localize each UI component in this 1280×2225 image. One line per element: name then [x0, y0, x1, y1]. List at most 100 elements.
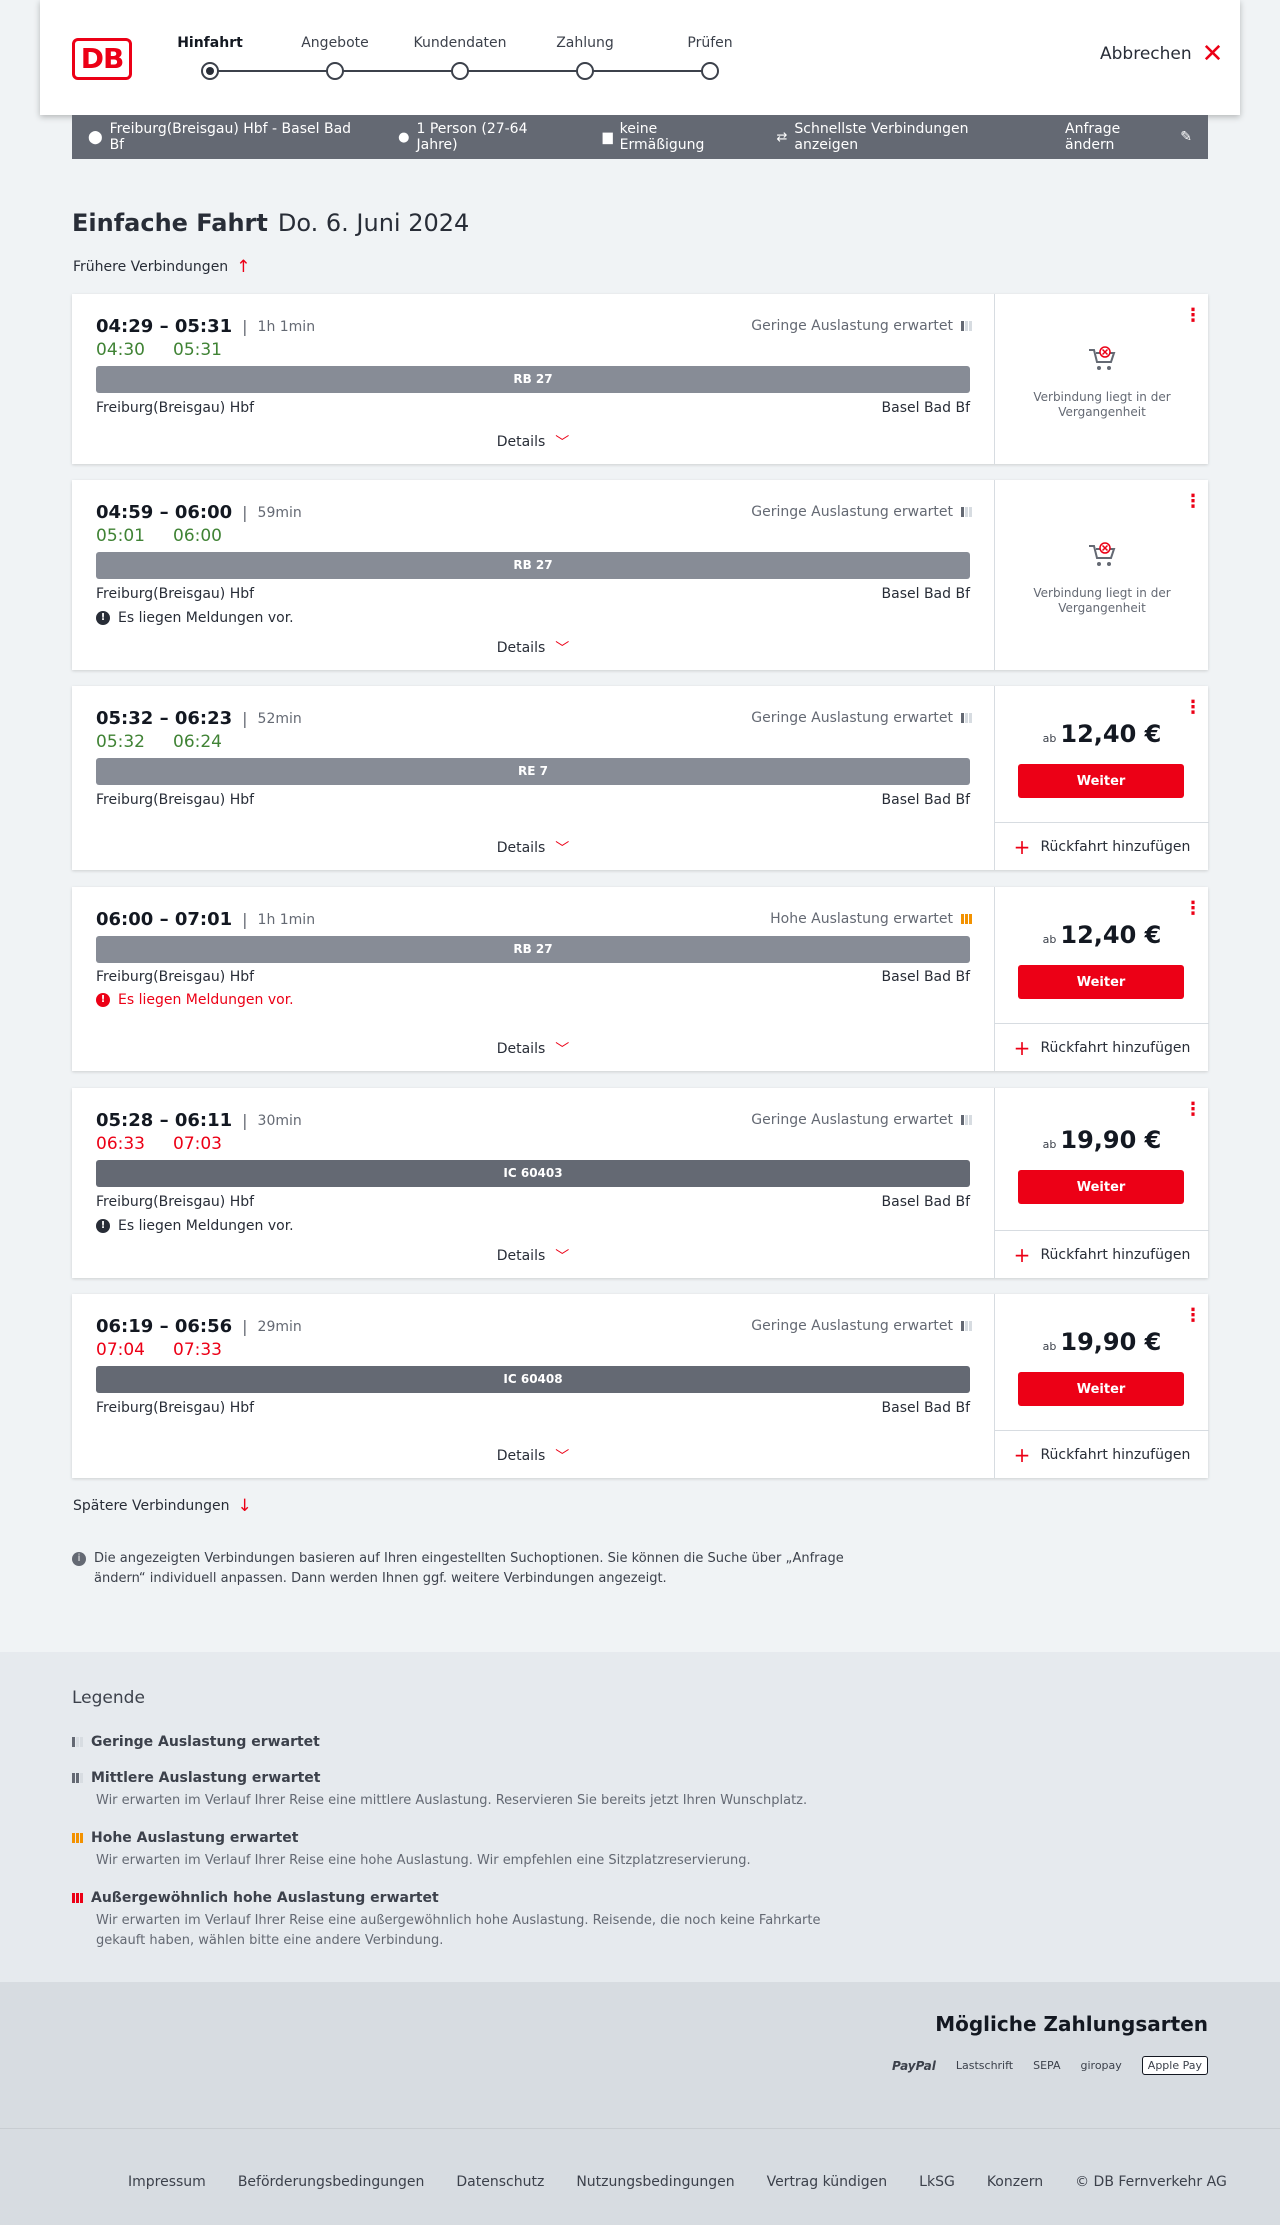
train-bar[interactable]: RE 7 [96, 758, 970, 785]
message-notice[interactable]: ! Es liegen Meldungen vor. [96, 610, 294, 626]
legend-item-high: Hohe Auslastung erwartet Wir erwarten im… [72, 1830, 852, 1871]
add-return-button[interactable]: + Rückfahrt hinzufügen [995, 1230, 1209, 1278]
train-bar[interactable]: RB 27 [96, 936, 970, 963]
change-query-button[interactable]: Anfrage ändern ✎ [1065, 121, 1192, 153]
duration: 30min [257, 1112, 302, 1129]
details-label: Details [496, 1041, 546, 1057]
occupancy-label: Geringe Auslastung erwartet [751, 1112, 953, 1128]
rt-arr: 06:24 [173, 732, 222, 752]
earlier-connections-label: Frühere Verbindungen [73, 259, 229, 275]
footer-link-vertrag-kuendigen[interactable]: Vertrag kündigen [767, 2174, 888, 2190]
cart-unavailable-icon [1089, 542, 1116, 566]
footer-copyright: © DB Fernverkehr AG [1075, 2174, 1227, 2190]
footer-link-befoerderungsbedingungen[interactable]: Beförderungsbedingungen [238, 2174, 425, 2190]
realtime-times: 06:33 07:03 [96, 1134, 222, 1154]
giropay-icon: giropay [1080, 2059, 1122, 2072]
connection-main[interactable]: 06:19 – 06:56 | 29min 07:04 07:33 Geringe A… [72, 1294, 994, 1478]
continue-button[interactable]: Weiter [1018, 965, 1184, 999]
plus-icon: + [1013, 834, 1031, 859]
db-logo[interactable]: DB [72, 38, 132, 80]
add-return-button[interactable]: + Rückfahrt hinzufügen [995, 1430, 1209, 1478]
legend: Legende Geringe Auslastung erwartet Mitt… [0, 1652, 1280, 1982]
trip-date: Do. 6. Juni 2024 [277, 209, 470, 237]
footer-link-datenschutz[interactable]: Datenschutz [456, 2174, 544, 2190]
cancel-button[interactable]: Abbrechen ✕ [1100, 41, 1240, 67]
later-connections-link[interactable]: Spätere Verbindungen ↓ [73, 1496, 252, 1516]
add-return-button[interactable]: + Rückfahrt hinzufügen [995, 1023, 1209, 1071]
more-menu-icon[interactable]: ⋮ [1184, 493, 1202, 511]
connection-main[interactable]: 05:32 – 06:23 | 52min 05:32 06:24 Geringe A… [72, 686, 994, 870]
search-info: i Die angezeigten Verbindungen basieren … [72, 1549, 852, 1589]
arr-time: 07:01 [174, 909, 233, 930]
step-angebote [326, 62, 344, 80]
query-route: ⬤ Freiburg(Breisgau) Hbf - Basel Bad Bf [88, 121, 366, 153]
occupancy-high-icon [961, 914, 972, 924]
details-toggle[interactable]: Details ﹀ [72, 1246, 994, 1266]
details-toggle[interactable]: Details ﹀ [72, 838, 994, 858]
sepa-icon: SEPA [1033, 2059, 1061, 2072]
message-notice[interactable]: ! Es liegen Meldungen vor. [96, 1218, 294, 1234]
step-label-angebote: Angebote [301, 35, 369, 51]
occupancy-low-icon [72, 1737, 83, 1747]
connection-main[interactable]: 06:00 – 07:01 | 1h 1min Hohe Auslastung er… [72, 887, 994, 1071]
query-fastest: ⇄ Schnellste Verbindungen anzeigen [777, 121, 1034, 153]
connection-main[interactable]: 05:28 – 06:11 | 30min 06:33 07:03 Geringe A… [72, 1088, 994, 1278]
add-return-button[interactable]: + Rückfahrt hinzufügen [995, 822, 1209, 870]
connection-main[interactable]: 04:59 – 06:00 | 59min 05:01 06:00 Geringe A… [72, 480, 994, 670]
occupancy: Geringe Auslastung erwartet [751, 318, 972, 334]
train-bar[interactable]: RB 27 [96, 552, 970, 579]
more-menu-icon[interactable]: ⋮ [1184, 699, 1202, 717]
occupancy-low-icon [961, 1321, 972, 1331]
details-toggle[interactable]: Details ﹀ [72, 432, 994, 452]
rt-arr: 07:03 [173, 1134, 222, 1154]
from-station: Freiburg(Breisgau) Hbf [96, 586, 255, 602]
footer-link-nutzungsbedingungen[interactable]: Nutzungsbedingungen [576, 2174, 734, 2190]
details-label: Details [496, 1248, 546, 1264]
offer-panel: ⋮ ab 12,40 € Weiter + Rückfahrt hinzufügen [994, 686, 1209, 870]
dep-time: 06:00 [96, 909, 154, 930]
to-station: Basel Bad Bf [881, 400, 970, 416]
connection-main[interactable]: 04:29 – 05:31 | 1h 1min 04:30 05:31 Geringe… [72, 294, 994, 464]
connection-card-2: 04:59 – 06:00 | 59min 05:01 06:00 Geringe A… [72, 480, 1208, 670]
price-prefix: ab [1042, 1340, 1057, 1353]
train-bar[interactable]: RB 27 [96, 366, 970, 393]
details-toggle[interactable]: Details ﹀ [72, 1039, 994, 1059]
dep-time: 06:19 [96, 1316, 154, 1337]
earlier-connections-link[interactable]: Frühere Verbindungen ↑ [73, 257, 250, 277]
details-label: Details [496, 434, 546, 450]
footer-link-lksg[interactable]: LkSG [919, 2174, 955, 2190]
past-connection-note: Verbindung liegt in der Vergangenheit [1033, 390, 1171, 419]
message-notice[interactable]: ! Es liegen Meldungen vor. [96, 992, 294, 1008]
details-toggle[interactable]: Details ﹀ [72, 1446, 994, 1466]
query-bar: ⬤ Freiburg(Breisgau) Hbf - Basel Bad Bf ●… [72, 115, 1208, 159]
continue-button[interactable]: Weiter [1018, 1170, 1184, 1204]
more-menu-icon[interactable]: ⋮ [1184, 1101, 1202, 1119]
footer-link-impressum[interactable]: Impressum [128, 2174, 206, 2190]
legend-item-extreme: Außergewöhnlich hohe Auslastung erwartet… [72, 1890, 852, 1951]
step-label-zahlung: Zahlung [556, 35, 614, 51]
from-station: Freiburg(Breisgau) Hbf [96, 400, 255, 416]
footer: Impressum Beförderungsbedingungen Datens… [0, 2128, 1280, 2225]
legend-item-desc: Wir erwarten im Verlauf Ihrer Reise eine… [96, 1793, 808, 1808]
chevron-down-icon: ﹀ [555, 841, 570, 857]
more-menu-icon[interactable]: ⋮ [1184, 1307, 1202, 1325]
price-prefix: ab [1042, 1138, 1057, 1151]
train-bar[interactable]: IC 60408 [96, 1366, 970, 1393]
continue-button[interactable]: Weiter [1018, 764, 1184, 798]
occupancy-label: Geringe Auslastung erwartet [751, 504, 953, 520]
more-menu-icon[interactable]: ⋮ [1184, 307, 1202, 325]
direct-debit-icon: Lastschrift [955, 2059, 1014, 2072]
connection-card-4: 06:00 – 07:01 | 1h 1min Hohe Auslastung er… [72, 887, 1209, 1071]
duration: 1h 1min [257, 911, 316, 928]
details-toggle[interactable]: Details ﹀ [72, 638, 994, 658]
more-menu-icon[interactable]: ⋮ [1184, 900, 1202, 918]
occupancy: Geringe Auslastung erwartet [751, 1112, 972, 1128]
occupancy-label: Geringe Auslastung erwartet [751, 710, 953, 726]
price-value: 12,40 € [1060, 921, 1162, 949]
train-bar[interactable]: IC 60403 [96, 1160, 970, 1187]
price-value: 19,90 € [1060, 1328, 1162, 1356]
continue-button[interactable]: Weiter [1018, 1372, 1184, 1406]
to-station: Basel Bad Bf [881, 1400, 970, 1416]
planned-times: 04:59 – 06:00 | 59min [96, 502, 302, 523]
footer-link-konzern[interactable]: Konzern [987, 2174, 1043, 2190]
